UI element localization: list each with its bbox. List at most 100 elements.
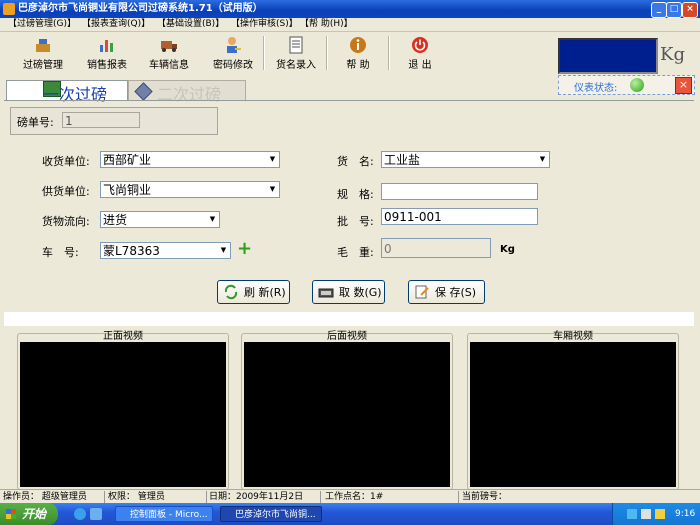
- toolbar-separator: [326, 36, 328, 70]
- plate-label: 车 号:: [42, 246, 79, 259]
- chevron-down-icon: ▼: [269, 155, 276, 163]
- toolbar-exit-button[interactable]: 退 出: [398, 34, 442, 72]
- video-screen: [244, 342, 450, 487]
- bar-chart-icon: [100, 40, 113, 52]
- carriage-video-panel: 车厢视频: [467, 331, 679, 490]
- tray-icon[interactable]: [655, 509, 665, 519]
- message-bar: [4, 312, 694, 326]
- weight-display: [558, 38, 658, 74]
- toolbar-label: 退 出: [408, 60, 432, 71]
- diamond-icon: [134, 82, 153, 101]
- receiver-label: 收货单位:: [42, 155, 90, 168]
- gross-weight-field: 0: [381, 238, 491, 258]
- minimize-button[interactable]: _: [651, 2, 667, 18]
- toolbar-sales-report-button[interactable]: 销售报表: [84, 34, 130, 72]
- chevron-down-icon: ▼: [220, 246, 227, 254]
- refresh-icon: [224, 284, 238, 300]
- plate-select[interactable]: 蒙L78363 ▼: [100, 242, 231, 259]
- plate-value: 蒙L78363: [103, 244, 160, 258]
- goods-label: 货 名:: [337, 155, 374, 168]
- supplier-value: 飞尚铜业: [103, 183, 152, 197]
- bill-number-label: 磅单号:: [17, 116, 54, 129]
- status-led-icon: [630, 78, 644, 92]
- flow-select[interactable]: 进货 ▼: [100, 211, 220, 228]
- weight-unit-label: Kg: [660, 44, 685, 65]
- status-separator: [206, 491, 207, 503]
- save-button[interactable]: 保 存(S): [408, 280, 485, 304]
- menu-bar: 【过磅管理(G)】 【报表查询(Q)】 【基础设置(B)】 【操作审核(S)】 …: [0, 18, 700, 32]
- fetch-button[interactable]: 取 数(G): [312, 280, 385, 304]
- start-button[interactable]: 开始: [0, 503, 58, 525]
- status-date: 日期：2009年11月2日: [209, 492, 304, 502]
- status-separator: [458, 491, 459, 503]
- video-title: 车厢视频: [553, 331, 593, 342]
- tray-icon[interactable]: [641, 509, 651, 519]
- user-key-icon: [227, 37, 241, 53]
- status-separator: [104, 491, 105, 503]
- browser-icon[interactable]: [74, 508, 86, 520]
- chevron-down-icon: ▼: [269, 185, 276, 193]
- tray-clock: 9:16: [675, 509, 696, 519]
- toolbar-password-button[interactable]: 密码修改: [208, 34, 258, 72]
- tray-icon[interactable]: [627, 509, 637, 519]
- scale-icon: [318, 288, 334, 298]
- spec-field[interactable]: [381, 183, 538, 200]
- toolbar-help-button[interactable]: 帮 助: [336, 34, 380, 72]
- video-title: 正面视频: [103, 331, 143, 342]
- close-icon[interactable]: ×: [675, 77, 692, 94]
- status-station: 工作点名：1#: [325, 492, 384, 502]
- bill-number-field: 1: [62, 112, 140, 128]
- refresh-button[interactable]: 刷 新(R): [217, 280, 290, 304]
- task-weighing-app[interactable]: 巴彦淖尔市飞尚铜...: [220, 506, 322, 522]
- tab-first-weighing[interactable]: 一次过磅: [6, 80, 128, 104]
- task-control-panel[interactable]: 控制面板 - Micro...: [115, 506, 213, 522]
- info-icon: [350, 37, 366, 53]
- toolbar-label: 销售报表: [87, 60, 127, 71]
- windows-logo-icon: [6, 509, 16, 519]
- document-icon: [289, 36, 303, 54]
- status-bar: 操作员： 超级管理员 权限： 管理员 日期：2009年11月2日 工作点名：1#…: [0, 489, 700, 504]
- maximize-button[interactable]: □: [666, 2, 682, 18]
- toolbar-label: 车辆信息: [149, 60, 189, 71]
- toolbar-weighing-button[interactable]: 过磅管理: [18, 34, 68, 72]
- video-screen: [20, 342, 226, 487]
- rear-video-panel: 后面视频: [241, 331, 453, 490]
- close-button[interactable]: ×: [682, 2, 698, 18]
- window-title: 巴彦淖尔市飞尚铜业有限公司过磅系统1.71（试用版）: [18, 3, 263, 14]
- app-icon: [3, 3, 15, 15]
- video-screen: [470, 342, 676, 487]
- supplier-select[interactable]: 飞尚铜业 ▼: [100, 181, 280, 198]
- batch-label: 批 号:: [337, 215, 374, 228]
- save-label: 保 存(S): [435, 286, 477, 299]
- supplier-label: 供货单位:: [42, 185, 90, 198]
- system-tray: 9:16: [612, 503, 700, 525]
- quicklaunch-icon[interactable]: [90, 508, 102, 520]
- toolbar-separator: [388, 36, 390, 70]
- goods-select[interactable]: 工业盐 ▼: [381, 151, 550, 168]
- toolbar-label: 过磅管理: [23, 60, 63, 71]
- flow-label: 货物流向:: [42, 215, 90, 228]
- status-current-bill: 当前磅号：: [462, 492, 508, 502]
- menu-reports[interactable]: 【报表查询(Q)】: [82, 18, 150, 31]
- batch-field[interactable]: 0911-001: [381, 208, 538, 225]
- tab-second-weighing[interactable]: 二次过磅: [128, 80, 246, 104]
- start-label: 开始: [22, 507, 47, 521]
- video-title: 后面视频: [327, 331, 367, 342]
- menu-settings[interactable]: 【基础设置(B)】: [157, 18, 224, 31]
- receiver-value: 西部矿业: [103, 153, 152, 167]
- status-permission: 权限： 管理员: [108, 492, 165, 502]
- menu-weighing[interactable]: 【过磅管理(G)】: [8, 18, 76, 31]
- edit-document-icon: [415, 285, 429, 299]
- instrument-status-label: 仪表状态:: [574, 83, 618, 94]
- gross-weight-unit: Kg: [500, 244, 515, 255]
- menu-help[interactable]: 【帮 助(H)】: [300, 18, 353, 31]
- toolbar-goods-entry-button[interactable]: 货名录入: [272, 34, 320, 72]
- toolbar-label: 帮 助: [346, 60, 370, 71]
- taskbar: [0, 503, 700, 525]
- add-plate-icon[interactable]: +: [237, 238, 252, 259]
- receiver-select[interactable]: 西部矿业 ▼: [100, 151, 280, 168]
- status-separator: [320, 491, 321, 503]
- menu-audit[interactable]: 【操作审核(S)】: [231, 18, 298, 31]
- toolbar-vehicle-button[interactable]: 车辆信息: [146, 34, 192, 72]
- chevron-down-icon: ▼: [209, 215, 216, 223]
